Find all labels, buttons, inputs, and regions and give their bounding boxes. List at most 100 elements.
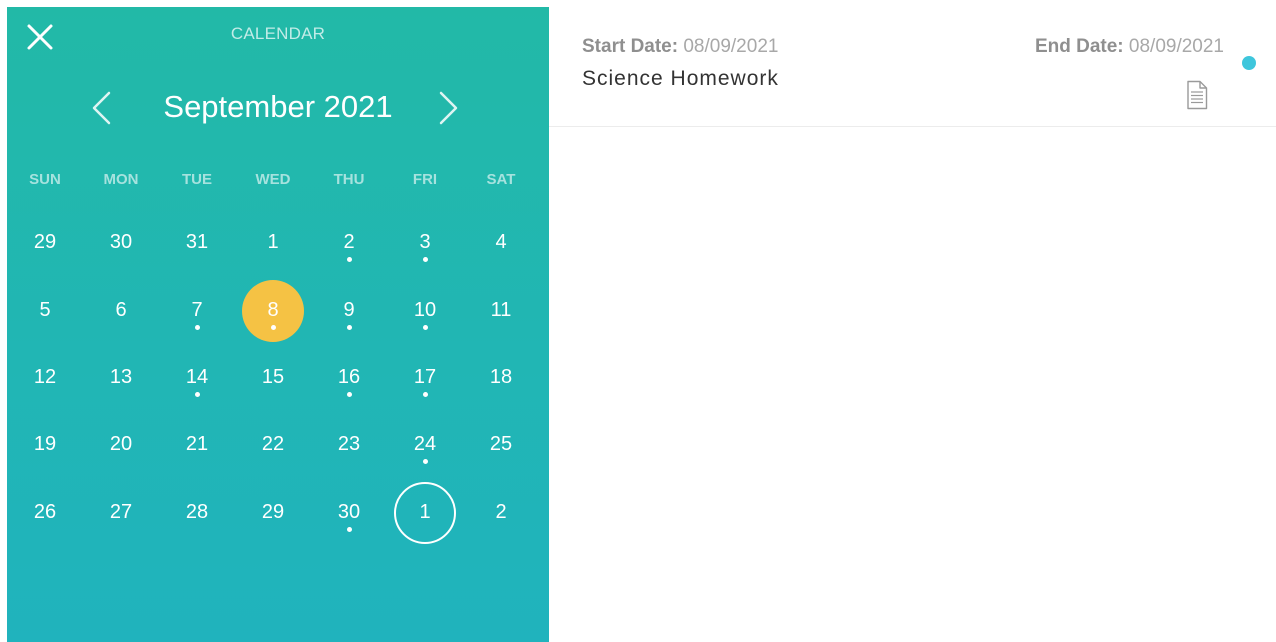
day-number: 13: [109, 366, 133, 388]
day-cell[interactable]: 4: [470, 212, 532, 274]
day-cell[interactable]: 9: [318, 280, 380, 342]
chevron-right-icon[interactable]: [437, 91, 461, 125]
day-cell[interactable]: 3: [394, 212, 456, 274]
day-number: 23: [337, 433, 361, 455]
document-icon[interactable]: [1186, 80, 1208, 110]
event-indicator-dot: [422, 392, 428, 397]
weekday-sun: SUN: [29, 171, 61, 188]
day-cell[interactable]: 2: [318, 212, 380, 274]
event-indicator-dot: [422, 325, 428, 330]
day-cell[interactable]: 24: [394, 414, 456, 476]
weekday-wed: WED: [255, 171, 291, 188]
day-number: 27: [109, 501, 133, 523]
day-cell[interactable]: 14: [166, 347, 228, 409]
day-number: 30: [337, 501, 361, 523]
event-indicator-dot: [194, 392, 200, 397]
day-cell[interactable]: 15: [242, 347, 304, 409]
day-cell[interactable]: 22: [242, 414, 304, 476]
day-cell[interactable]: 7: [166, 280, 228, 342]
day-cell[interactable]: 28: [166, 482, 228, 544]
start-date: Start Date: 08/09/2021: [582, 36, 778, 58]
day-number: 28: [185, 501, 209, 523]
event-list-item[interactable]: Start Date: 08/09/2021 End Date: 08/09/2…: [549, 0, 1276, 127]
weekday-sat: SAT: [486, 171, 516, 188]
day-number: 1: [267, 231, 279, 253]
day-number: 20: [109, 433, 133, 455]
day-cell[interactable]: 12: [14, 347, 76, 409]
day-cell[interactable]: 17: [394, 347, 456, 409]
day-cell[interactable]: 30: [90, 212, 152, 274]
day-cell[interactable]: 1: [242, 212, 304, 274]
day-number: 11: [490, 299, 512, 321]
day-cell[interactable]: 26: [14, 482, 76, 544]
event-indicator-dot: [194, 325, 200, 330]
day-number: 4: [495, 231, 507, 253]
weekday-tue: TUE: [182, 171, 212, 188]
day-number: 10: [413, 299, 437, 321]
day-cell[interactable]: 29: [242, 482, 304, 544]
weekday-mon: MON: [103, 171, 139, 188]
day-cell[interactable]: 27: [90, 482, 152, 544]
event-indicator-dot: [346, 392, 352, 397]
day-number: 9: [343, 299, 355, 321]
event-list-panel: Start Date: 08/09/2021 End Date: 08/09/2…: [549, 0, 1276, 642]
day-number: 6: [115, 299, 127, 321]
day-cell[interactable]: 30: [318, 482, 380, 544]
day-cell[interactable]: 16: [318, 347, 380, 409]
calendar-title: CALENDAR: [230, 24, 326, 43]
day-cell[interactable]: 11: [470, 280, 532, 342]
day-number: 31: [185, 231, 209, 253]
day-cell[interactable]: 6: [90, 280, 152, 342]
day-cell-today[interactable]: 1: [394, 482, 456, 544]
day-cell[interactable]: 10: [394, 280, 456, 342]
day-cell[interactable]: 19: [14, 414, 76, 476]
page: CALENDAR September 2021 SUN MON TUE WED …: [0, 0, 1276, 642]
day-cell[interactable]: 2: [470, 482, 532, 544]
day-cell[interactable]: 31: [166, 212, 228, 274]
day-number: 5: [39, 299, 51, 321]
day-cell[interactable]: 5: [14, 280, 76, 342]
day-cell[interactable]: 13: [90, 347, 152, 409]
day-number: 21: [185, 433, 209, 455]
status-dot-icon: [1242, 56, 1256, 70]
weekday-fri: FRI: [412, 171, 438, 188]
event-indicator-dot: [346, 257, 352, 262]
day-number: 25: [489, 433, 513, 455]
weekday-header-row: SUN MON TUE WED THU FRI SAT: [7, 171, 539, 195]
day-number: 2: [343, 231, 355, 253]
day-number: 12: [33, 366, 57, 388]
event-indicator-dot: [422, 257, 428, 262]
month-label: September 2021: [163, 89, 393, 124]
day-number: 2: [495, 501, 507, 523]
day-cell[interactable]: 23: [318, 414, 380, 476]
event-title: Science Homework: [582, 67, 779, 90]
day-number: 17: [413, 366, 437, 388]
day-number: 14: [185, 366, 209, 388]
day-cell[interactable]: 25: [470, 414, 532, 476]
day-cell[interactable]: 21: [166, 414, 228, 476]
day-number: 8: [267, 299, 279, 321]
day-number: 1: [419, 501, 431, 523]
day-cell[interactable]: 18: [470, 347, 532, 409]
calendar-panel: CALENDAR September 2021 SUN MON TUE WED …: [7, 7, 549, 642]
day-cell[interactable]: 29: [14, 212, 76, 274]
day-number: 18: [489, 366, 513, 388]
end-date-label: End Date:: [1034, 36, 1124, 57]
day-number: 24: [413, 433, 437, 455]
day-number: 15: [261, 366, 285, 388]
month-navigation: September 2021: [7, 85, 549, 129]
day-cell-selected[interactable]: 8: [242, 280, 304, 342]
day-cell[interactable]: 20: [90, 414, 152, 476]
day-number: 16: [337, 366, 361, 388]
event-indicator-dot: [346, 325, 352, 330]
end-date: End Date: 08/09/2021: [1035, 36, 1224, 58]
weekday-thu: THU: [333, 171, 365, 188]
day-number: 29: [261, 501, 285, 523]
day-number: 30: [109, 231, 133, 253]
day-number: 3: [419, 231, 431, 253]
event-indicator-dot: [270, 325, 276, 330]
day-number: 7: [191, 299, 203, 321]
day-number: 29: [33, 231, 57, 253]
day-number: 26: [33, 501, 57, 523]
start-date-value: 08/09/2021: [683, 36, 779, 57]
